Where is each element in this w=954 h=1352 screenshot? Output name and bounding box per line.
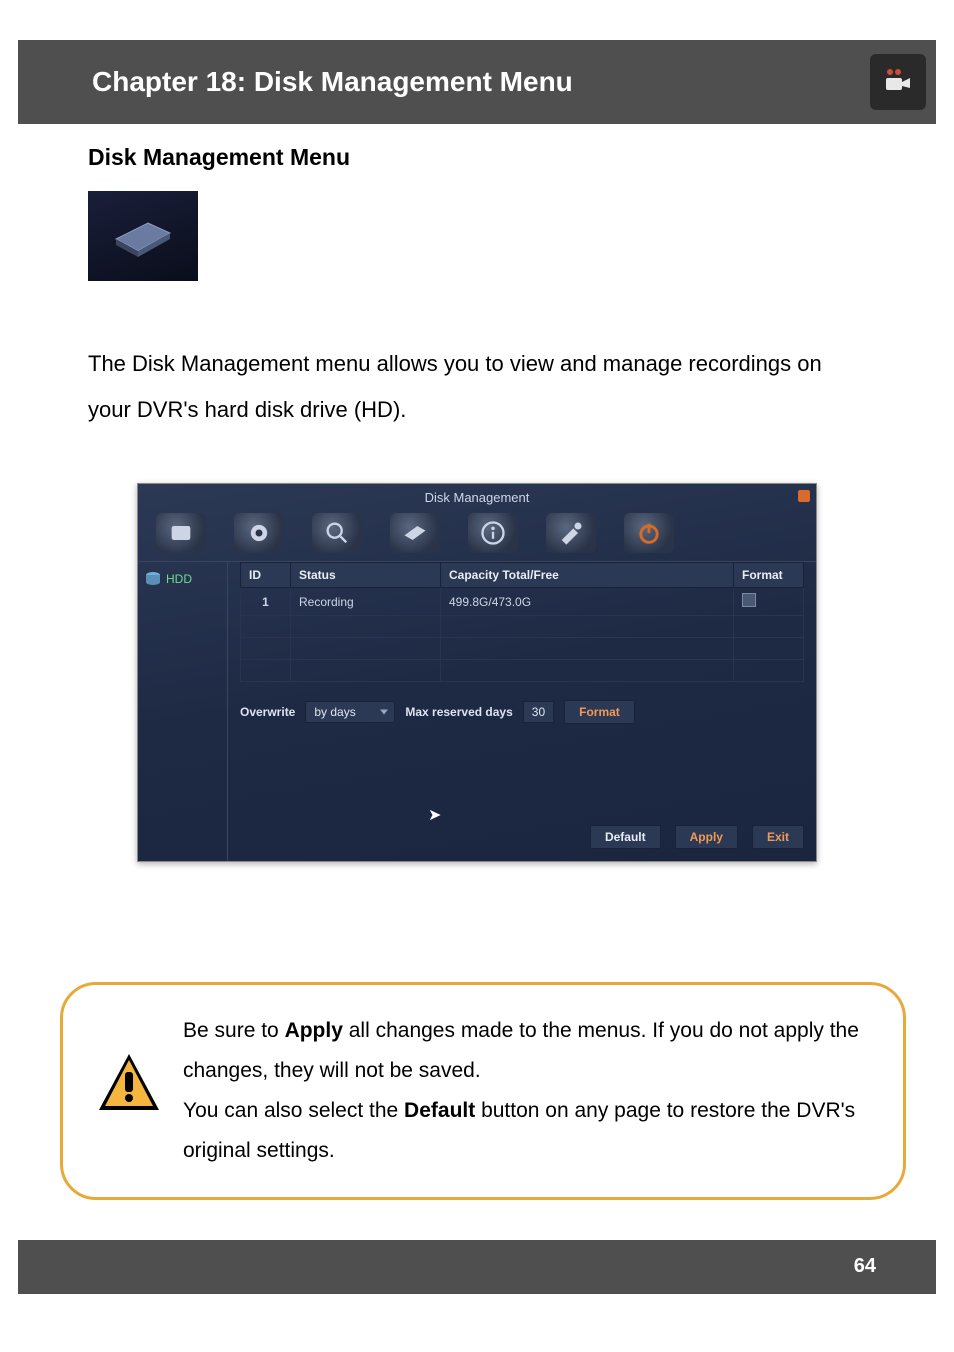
table-row bbox=[241, 660, 804, 682]
chevron-down-icon bbox=[380, 710, 388, 715]
tab-disk-icon[interactable] bbox=[390, 513, 440, 553]
callout-text: Be sure to Apply all changes made to the… bbox=[183, 1011, 873, 1171]
default-button[interactable]: Default bbox=[590, 825, 661, 849]
tab-info-icon[interactable] bbox=[468, 513, 518, 553]
footer-buttons: Default Apply Exit bbox=[590, 825, 804, 849]
chapter-header: Chapter 18: Disk Management Menu bbox=[18, 40, 936, 124]
tab-power-icon[interactable] bbox=[624, 513, 674, 553]
warning-callout: Be sure to Apply all changes made to the… bbox=[60, 982, 906, 1200]
overwrite-label: Overwrite bbox=[240, 705, 295, 719]
sidebar: HDD bbox=[138, 562, 228, 861]
sidebar-item-label: HDD bbox=[166, 572, 192, 586]
hdd-table: ID Status Capacity Total/Free Format 1 R… bbox=[240, 562, 804, 682]
col-format: Format bbox=[734, 563, 804, 588]
col-capacity: Capacity Total/Free bbox=[441, 563, 734, 588]
cell-capacity: 499.8G/473.0G bbox=[441, 588, 734, 616]
cell-id: 1 bbox=[241, 588, 291, 616]
cell-status: Recording bbox=[291, 588, 441, 616]
table-row bbox=[241, 638, 804, 660]
tab-record-icon[interactable] bbox=[234, 513, 284, 553]
tab-search-icon[interactable] bbox=[312, 513, 362, 553]
max-days-label: Max reserved days bbox=[405, 705, 512, 719]
overwrite-dropdown[interactable]: by days bbox=[305, 701, 395, 723]
chapter-title: Chapter 18: Disk Management Menu bbox=[92, 66, 573, 98]
warning-icon bbox=[93, 1048, 165, 1134]
page-footer: 64 bbox=[18, 1240, 936, 1294]
col-id: ID bbox=[241, 563, 291, 588]
format-checkbox[interactable] bbox=[742, 593, 756, 607]
intro-paragraph: The Disk Management menu allows you to v… bbox=[88, 341, 866, 433]
window-title-text: Disk Management bbox=[425, 490, 530, 505]
cell-format[interactable] bbox=[734, 588, 804, 616]
table-row[interactable]: 1 Recording 499.8G/473.0G bbox=[241, 588, 804, 616]
callout-text-2a: You can also select the bbox=[183, 1099, 404, 1122]
callout-bold-default: Default bbox=[404, 1099, 475, 1122]
apply-button[interactable]: Apply bbox=[675, 825, 738, 849]
overwrite-value: by days bbox=[314, 705, 355, 719]
page-number: 64 bbox=[854, 1255, 876, 1278]
close-icon[interactable] bbox=[798, 490, 810, 502]
tab-maintain-icon[interactable] bbox=[546, 513, 596, 553]
main-panel: ID Status Capacity Total/Free Format 1 R… bbox=[228, 562, 816, 861]
col-status: Status bbox=[291, 563, 441, 588]
cursor-icon: ➤ bbox=[428, 805, 441, 825]
tab-bar bbox=[138, 507, 816, 561]
section-heading: Disk Management Menu bbox=[88, 144, 954, 171]
table-row bbox=[241, 616, 804, 638]
tab-system-icon[interactable] bbox=[156, 513, 206, 553]
callout-text-1a: Be sure to bbox=[183, 1019, 285, 1042]
exit-button[interactable]: Exit bbox=[752, 825, 804, 849]
window-title: Disk Management bbox=[138, 484, 816, 507]
max-days-input[interactable]: 30 bbox=[523, 701, 554, 723]
disk-thumbnail bbox=[88, 191, 198, 281]
callout-bold-apply: Apply bbox=[285, 1019, 343, 1042]
options-row: Overwrite by days Max reserved days 30 F… bbox=[240, 700, 804, 724]
sidebar-item-hdd[interactable]: HDD bbox=[138, 566, 227, 592]
format-button[interactable]: Format bbox=[564, 700, 635, 724]
camera-icon bbox=[870, 54, 926, 110]
dvr-screenshot: Disk Management HDD ID bbox=[137, 483, 817, 862]
